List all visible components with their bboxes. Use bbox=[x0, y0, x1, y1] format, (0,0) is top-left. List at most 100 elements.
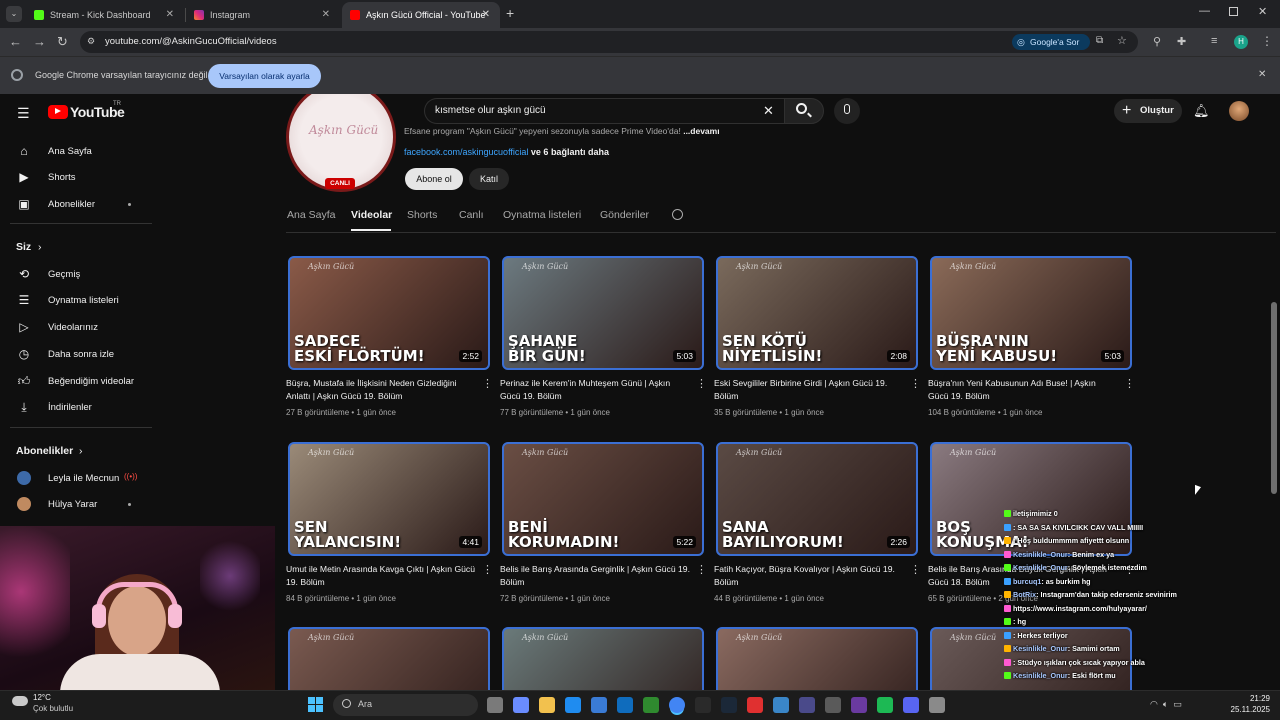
copilot-icon[interactable] bbox=[513, 697, 529, 713]
sidebar-you-heading[interactable]: Siz › bbox=[0, 234, 150, 260]
tab-playlists[interactable]: Oynatma listeleri bbox=[503, 209, 581, 221]
close-window-button[interactable]: ✕ bbox=[1258, 5, 1267, 18]
sidebar-subscription-item[interactable]: Leyla ile Mecnun ((•)) bbox=[0, 465, 150, 491]
app-icon[interactable] bbox=[929, 697, 945, 713]
search-input[interactable]: kısmetse olur aşkın gücü bbox=[435, 105, 546, 116]
extension-icon[interactable]: ⚲ bbox=[1153, 35, 1161, 48]
sidebar-item-liked[interactable]: 👍︎ Beğendiğim videolar bbox=[0, 368, 150, 394]
subscribe-button[interactable]: Abone ol bbox=[405, 168, 463, 190]
video-title[interactable]: Umut ile Metin Arasında Kavga Çıktı | Aş… bbox=[286, 563, 476, 589]
discord-icon[interactable] bbox=[903, 697, 919, 713]
taskbar-search-box[interactable]: Ara bbox=[333, 694, 478, 716]
more-actions-icon[interactable]: ⋮ bbox=[1124, 377, 1135, 390]
video-thumbnail[interactable]: Aşkın Gücü bbox=[502, 627, 704, 690]
browser-tab[interactable]: Instagram ✕ bbox=[186, 2, 340, 28]
minimize-button[interactable]: — bbox=[1199, 5, 1210, 17]
close-tab-icon[interactable]: ✕ bbox=[322, 9, 330, 20]
tab-live[interactable]: Canlı bbox=[459, 209, 484, 221]
video-title[interactable]: Eski Sevgililer Birbirine Girdi | Aşkın … bbox=[714, 377, 904, 403]
sidebar-item-history[interactable]: ⟲ Geçmiş bbox=[0, 261, 150, 287]
store-icon[interactable] bbox=[591, 697, 607, 713]
start-button[interactable] bbox=[308, 697, 324, 713]
facebook-link[interactable]: facebook.com/askingucuofficial bbox=[404, 147, 528, 157]
chrome-menu-icon[interactable]: ⋮ bbox=[1261, 34, 1273, 48]
system-tray[interactable]: ◠ 🔈︎ ▭ bbox=[1150, 699, 1182, 710]
weather-widget[interactable]: 12°C Çok bulutlu bbox=[12, 693, 82, 717]
steam-icon[interactable] bbox=[721, 697, 737, 713]
more-links-link[interactable]: ve 6 bağlantı daha bbox=[531, 147, 609, 157]
account-avatar[interactable] bbox=[1229, 101, 1249, 121]
tab-videos[interactable]: Videolar bbox=[351, 209, 392, 221]
new-tab-button[interactable]: + bbox=[506, 5, 514, 21]
address-bar[interactable]: ⚙ youtube.com/@AskinGucuOfficial/videos … bbox=[80, 31, 1138, 53]
search-box[interactable]: kısmetse olur aşkın gücü ✕ bbox=[424, 98, 786, 124]
outlook-icon[interactable] bbox=[617, 697, 633, 713]
reading-list-icon[interactable]: ≡ bbox=[1211, 35, 1217, 47]
sidebar-item-shorts[interactable]: ▶ Shorts bbox=[0, 164, 150, 190]
more-actions-icon[interactable]: ⋮ bbox=[910, 563, 921, 576]
obs-icon[interactable] bbox=[799, 697, 815, 713]
sidebar-item-subscriptions[interactable]: ▣ Abonelikler bbox=[0, 191, 150, 217]
video-thumbnail[interactable]: Aşkın Gücü bbox=[288, 627, 490, 690]
app-icon[interactable] bbox=[825, 697, 841, 713]
tab-home[interactable]: Ana Sayfa bbox=[287, 209, 335, 221]
video-thumbnail[interactable]: Aşkın Gücü ŞAHANE BİR GÜN! 5:03 bbox=[502, 256, 704, 370]
video-thumbnail[interactable]: Aşkın Gücü bbox=[716, 627, 918, 690]
video-title[interactable]: Belis ile Barış Arasında Gerginlik | Aşk… bbox=[500, 563, 690, 589]
more-actions-icon[interactable]: ⋮ bbox=[482, 563, 493, 576]
restore-button[interactable] bbox=[1229, 7, 1238, 16]
channel-description[interactable]: Efsane program "Aşkın Gücü" yepyeni sezo… bbox=[404, 126, 720, 136]
sidebar-subscription-item[interactable]: Hülya Yarar bbox=[0, 491, 150, 517]
google-ask-button[interactable]: ◎ Google'a Sor bbox=[1012, 34, 1090, 50]
close-infobar-icon[interactable]: ✕ bbox=[1258, 69, 1266, 80]
xbox-icon[interactable] bbox=[643, 697, 659, 713]
join-button[interactable]: Katıl bbox=[469, 168, 509, 190]
anydesk-icon[interactable] bbox=[747, 697, 763, 713]
hamburger-menu-icon[interactable]: ☰ bbox=[17, 105, 30, 122]
file-explorer-icon[interactable] bbox=[539, 697, 555, 713]
taskbar-clock[interactable]: 21:29 25.11.2025 bbox=[1226, 693, 1270, 715]
epic-games-icon[interactable] bbox=[695, 697, 711, 713]
video-thumbnail[interactable]: Aşkın Gücü BENİ KORUMADIN! 5:22 bbox=[502, 442, 704, 556]
voice-search-button[interactable] bbox=[834, 98, 860, 124]
tab-search-button[interactable]: ⌄ bbox=[6, 6, 22, 22]
sidebar-item-playlists[interactable]: ☰ Oynatma listeleri bbox=[0, 287, 150, 313]
video-thumbnail[interactable]: Aşkın Gücü SANA BAYILIYORUM! 2:26 bbox=[716, 442, 918, 556]
sidebar-item-home[interactable]: ⌂ Ana Sayfa bbox=[0, 138, 150, 164]
site-info-icon[interactable]: ⚙ bbox=[87, 36, 95, 47]
create-button[interactable]: + Oluştur bbox=[1114, 99, 1182, 123]
more-actions-icon[interactable]: ⋮ bbox=[696, 377, 707, 390]
more-actions-icon[interactable]: ⋮ bbox=[910, 377, 921, 390]
video-title[interactable]: Perinaz ile Kerem'in Muhteşem Günü | Aşk… bbox=[500, 377, 690, 403]
sidebar-item-watch-later[interactable]: ◷ Daha sonra izle bbox=[0, 341, 150, 367]
sidebar-subs-heading[interactable]: Abonelikler › bbox=[0, 438, 150, 464]
video-thumbnail[interactable]: Aşkın Gücü SEN YALANCISIN! 4:41 bbox=[288, 442, 490, 556]
video-title[interactable]: Büşra, Mustafa ile İlişkisini Neden Gizl… bbox=[286, 377, 476, 403]
sidebar-item-downloads[interactable]: ⤓ İndirilenler bbox=[0, 394, 150, 420]
edge-icon[interactable] bbox=[565, 697, 581, 713]
tab-posts[interactable]: Gönderiler bbox=[600, 209, 649, 221]
close-tab-icon[interactable]: ✕ bbox=[166, 9, 174, 20]
browser-tab-active[interactable]: Aşkın Gücü Official - YouTube ✕ bbox=[342, 2, 500, 28]
profile-avatar[interactable]: H bbox=[1234, 35, 1248, 49]
set-default-button[interactable]: Varsayılan olarak ayarla bbox=[208, 64, 321, 88]
video-title[interactable]: Büşra'nın Yeni Kabusunun Adı Buse! | Aşk… bbox=[928, 377, 1118, 403]
forward-button[interactable]: → bbox=[33, 34, 46, 49]
more-actions-icon[interactable]: ⋮ bbox=[696, 563, 707, 576]
video-thumbnail[interactable]: Aşkın Gücü SADECE ESKİ FLÖRTÜM! 2:52 bbox=[288, 256, 490, 370]
app-icon[interactable] bbox=[851, 697, 867, 713]
video-title[interactable]: Fatih Kaçıyor, Büşra Kovalıyor | Aşkın G… bbox=[714, 563, 904, 589]
bookmark-star-icon[interactable]: ☆ bbox=[1117, 34, 1127, 47]
more-actions-icon[interactable]: ⋮ bbox=[482, 377, 493, 390]
video-thumbnail[interactable]: Aşkın Gücü BÜŞRA'NIN YENİ KABUSU! 5:03 bbox=[930, 256, 1132, 370]
notifications-bell-icon[interactable]: 🔔︎ bbox=[1193, 103, 1210, 119]
clear-search-icon[interactable]: ✕ bbox=[763, 103, 774, 119]
channel-search-icon[interactable] bbox=[672, 209, 683, 220]
install-icon[interactable]: ⧉ bbox=[1096, 35, 1103, 46]
close-tab-icon[interactable]: ✕ bbox=[482, 9, 490, 20]
video-thumbnail[interactable]: Aşkın Gücü SEN KÖTÜ NİYETLİSİN! 2:08 bbox=[716, 256, 918, 370]
search-button[interactable] bbox=[784, 98, 824, 124]
app-icon[interactable] bbox=[773, 697, 789, 713]
reload-button[interactable]: ↻ bbox=[57, 34, 68, 50]
sidebar-item-your-videos[interactable]: ▷ Videolarınız bbox=[0, 314, 150, 340]
